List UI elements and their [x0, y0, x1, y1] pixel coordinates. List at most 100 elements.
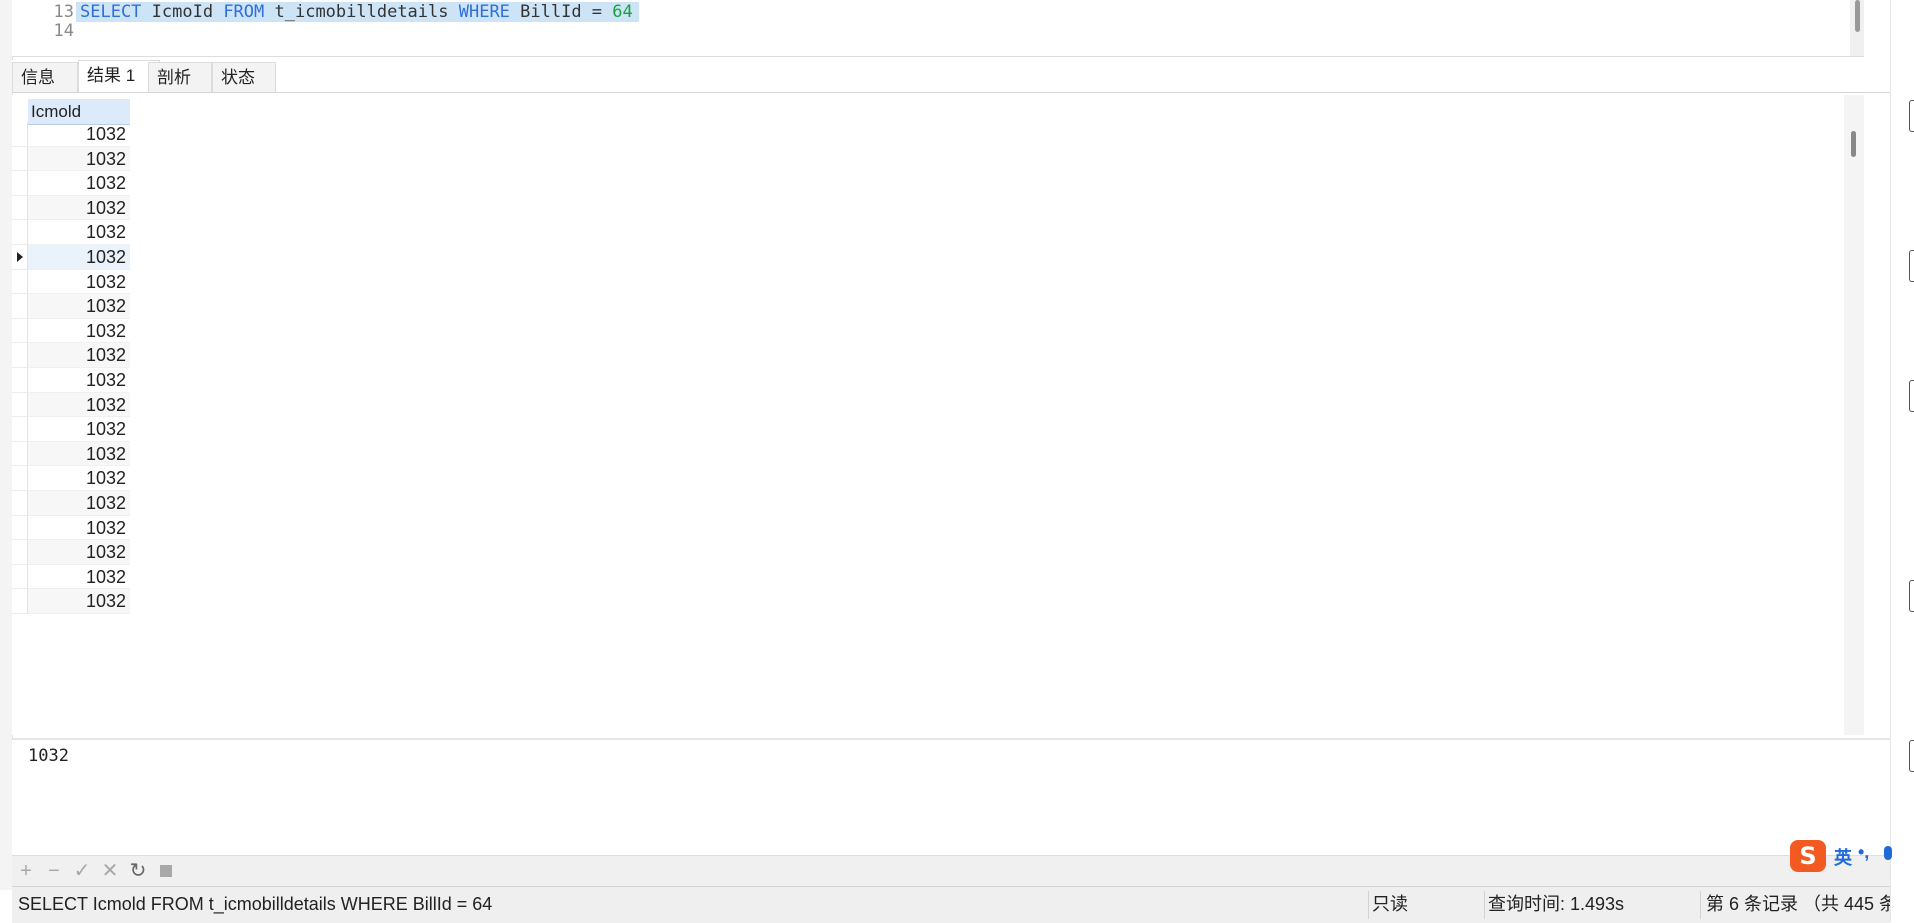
table-cell-icmoid[interactable]: 1032 [28, 466, 130, 491]
row-indicator[interactable] [12, 294, 28, 319]
row-indicator[interactable] [12, 343, 28, 368]
table-row[interactable]: 1032 [12, 318, 130, 344]
table-row[interactable]: 1032 [12, 343, 130, 368]
table-cell-icmoid[interactable]: 1032 [28, 195, 130, 221]
table-cell-icmoid[interactable]: 1032 [28, 220, 130, 245]
editor-line[interactable]: 14 [12, 19, 1852, 43]
delete-record-button[interactable]: − [44, 861, 64, 881]
table-row[interactable]: 1032 [12, 564, 130, 590]
table-row[interactable]: 1032 [12, 368, 130, 393]
apply-changes-button[interactable]: ✓ [72, 861, 92, 881]
table-row[interactable]: 1032 [12, 122, 130, 147]
row-indicator[interactable] [12, 589, 28, 614]
table-row[interactable]: 1032 [12, 220, 130, 245]
table-row[interactable]: 1032 [12, 171, 130, 196]
row-indicator[interactable] [12, 466, 28, 491]
ime-language-toggle[interactable]: 英 [1834, 844, 1852, 870]
stop-icon [160, 865, 172, 877]
refresh-icon: ↻ [129, 860, 147, 882]
row-indicator[interactable] [12, 368, 28, 393]
grid-toolbar: + − ✓ ✕ ↻ [12, 855, 1890, 886]
table-cell-icmoid[interactable]: 1032 [28, 319, 130, 344]
microphone-icon[interactable] [1884, 846, 1892, 860]
table-cell-icmoid[interactable]: 1032 [28, 392, 130, 418]
table-row[interactable]: 1032 [12, 466, 130, 491]
status-readonly: 只读 [1372, 894, 1408, 914]
table-row[interactable]: 1032 [12, 540, 130, 565]
panel-edge-marker [1909, 250, 1914, 282]
row-indicator[interactable] [12, 269, 28, 295]
table-row[interactable]: 1032 [12, 245, 130, 270]
row-indicator[interactable] [12, 195, 28, 221]
current-row-arrow-icon [17, 252, 23, 263]
table-cell-icmoid[interactable]: 1032 [28, 343, 130, 368]
status-query-text: SELECT Icmold FROM t_icmobilldetails WHE… [18, 894, 493, 914]
row-indicator[interactable] [12, 245, 28, 270]
status-bar: SELECT Icmold FROM t_icmobilldetails WHE… [12, 886, 1914, 923]
value-viewer-text[interactable]: 1032 [28, 746, 69, 766]
row-indicator[interactable] [12, 564, 28, 590]
refresh-button[interactable]: ↻ [128, 861, 148, 881]
ime-toolbar[interactable]: S 英 •, [1790, 840, 1900, 876]
sql-editor[interactable]: 13 SELECT IcmoId FROM t_icmobilldetails … [12, 0, 1864, 57]
value-viewer[interactable]: 1032 [12, 738, 1890, 855]
table-cell-icmoid[interactable]: 1032 [28, 171, 130, 196]
tab-status[interactable]: 状态 [212, 62, 276, 92]
status-query-time: 查询时间: 1.493s [1488, 894, 1625, 914]
table-cell-icmoid[interactable]: 1032 [28, 540, 130, 565]
editor-scrollbar[interactable] [1850, 0, 1864, 56]
table-cell-icmoid[interactable]: 1032 [28, 368, 130, 393]
table-row[interactable]: 1032 [12, 589, 130, 614]
table-cell-icmoid[interactable]: 1032 [28, 565, 130, 590]
table-cell-icmoid[interactable]: 1032 [28, 294, 130, 319]
table-row[interactable]: 1032 [12, 294, 130, 319]
row-indicator[interactable] [12, 417, 28, 442]
result-grid[interactable]: Icmold 1032 1032 1032 1032 1032 1032 1032 1032 1… [12, 95, 1864, 735]
table-row[interactable]: 1032 [12, 441, 130, 467]
panel-edge-marker [1909, 100, 1914, 132]
add-record-button[interactable]: + [16, 861, 36, 881]
table-row[interactable]: 1032 [12, 515, 130, 541]
table-cell-icmoid[interactable]: 1032 [28, 270, 130, 295]
table-row[interactable]: 1032 [12, 392, 130, 418]
row-indicator[interactable] [12, 318, 28, 344]
row-indicator[interactable] [12, 171, 28, 196]
grid-scrollbar[interactable] [1844, 95, 1864, 735]
grid-scrollbar-thumb[interactable] [1851, 131, 1856, 157]
row-indicator[interactable] [12, 515, 28, 541]
plus-icon: + [20, 860, 32, 882]
table-cell-icmoid[interactable]: 1032 [28, 516, 130, 541]
table-row[interactable]: 1032 [12, 195, 130, 221]
row-indicator[interactable] [12, 146, 28, 172]
tab-info[interactable]: 信息 [12, 62, 78, 92]
stop-button[interactable] [156, 861, 176, 881]
row-indicator[interactable] [12, 491, 28, 516]
table-cell-icmoid[interactable]: 1032 [28, 245, 130, 270]
status-divider [1700, 891, 1701, 919]
table-cell-icmoid[interactable]: 1032 [28, 122, 130, 147]
ime-punctuation-toggle[interactable]: •, [1858, 842, 1869, 863]
table-cell-icmoid[interactable]: 1032 [28, 417, 130, 442]
row-indicator[interactable] [12, 540, 28, 565]
table-row[interactable]: 1032 [12, 417, 130, 442]
table-row[interactable]: 1032 [12, 269, 130, 295]
table-cell-icmoid[interactable]: 1032 [28, 146, 130, 172]
sogou-logo-icon[interactable]: S [1790, 840, 1826, 872]
table-row[interactable]: 1032 [12, 146, 130, 172]
result-tabs: 信息 结果 1 剖析 状态 [12, 60, 1890, 93]
row-indicator[interactable] [12, 122, 28, 147]
table-cell-icmoid[interactable]: 1032 [28, 441, 130, 467]
table-cell-icmoid[interactable]: 1032 [28, 589, 130, 614]
row-indicator[interactable] [12, 441, 28, 467]
table-row[interactable]: 1032 [12, 491, 130, 516]
table-cell-icmoid[interactable]: 1032 [28, 491, 130, 516]
right-side-panel [1890, 0, 1914, 922]
row-indicator[interactable] [12, 220, 28, 245]
tab-profile[interactable]: 剖析 [148, 62, 212, 92]
panel-edge-marker [1909, 580, 1914, 612]
discard-changes-button[interactable]: ✕ [100, 861, 120, 881]
panel-edge-marker [1909, 740, 1914, 772]
row-indicator[interactable] [12, 392, 28, 418]
editor-scrollbar-thumb[interactable] [1855, 0, 1860, 32]
close-icon: ✕ [101, 860, 119, 882]
